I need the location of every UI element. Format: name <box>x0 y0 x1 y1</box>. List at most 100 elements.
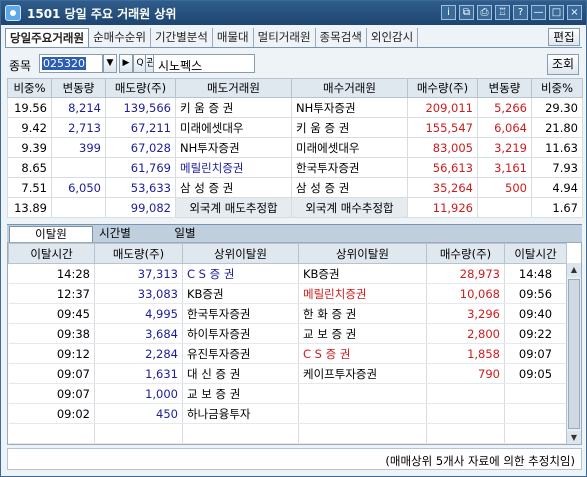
buy-broker[interactable]: NH투자증권 <box>291 97 408 118</box>
buy-exit-broker[interactable] <box>298 383 427 404</box>
code-dropdown-button[interactable]: ▼ <box>103 54 117 73</box>
table-row[interactable]: 09:07 1,631 대 신 증 권 케이프투자증권 790 09:05 <box>8 363 567 384</box>
buy-exit-time <box>504 383 567 404</box>
tab-daily-major[interactable]: 당일주요거래원 <box>5 28 90 47</box>
stock-name-field[interactable]: 시노펙스 <box>153 54 255 73</box>
buy-exit-broker[interactable]: KB증권 <box>298 263 427 284</box>
minimize-icon[interactable]: — <box>531 5 546 20</box>
tab-volume-profile[interactable]: 매물대 <box>213 28 254 47</box>
table-row[interactable]: 14:28 37,313 C S 증 권 KB증권 28,973 14:48 <box>8 263 567 284</box>
vertical-scrollbar[interactable]: ▲ ▼ <box>566 263 581 444</box>
exit-table-panel: 이탈시간 매도량(주) 상위이탈원 상위이탈원 매수량(주) 이탈시간 14:2… <box>7 242 582 445</box>
table-row[interactable]: 9.39 399 67,028 NH투자증권 미래에셋대우 83,005 3,2… <box>7 137 583 158</box>
sell-exit-broker[interactable] <box>182 423 299 444</box>
foreign-buy-label: 외국계 매수추정합 <box>291 197 408 218</box>
buy-broker[interactable]: 키 움 증 권 <box>291 117 408 138</box>
table-row[interactable]: 09:02 450 하나금융투자 <box>8 403 567 424</box>
sell-exit-broker[interactable]: 교 보 증 권 <box>182 383 299 404</box>
buy-broker[interactable]: 미래에셋대우 <box>291 137 408 158</box>
sell-broker[interactable]: 키 움 증 권 <box>175 97 292 118</box>
scroll-down-icon[interactable]: ▼ <box>567 431 581 444</box>
table-row[interactable]: 09:07 1,000 교 보 증 권 <box>8 383 567 404</box>
tab-foreign-watch[interactable]: 외인감시 <box>367 28 419 47</box>
sell-exit-time: 09:07 <box>8 383 95 404</box>
table-row[interactable]: 09:38 3,684 하이투자증권 교 보 증 권 2,800 09:22 <box>8 323 567 344</box>
help-icon[interactable]: ? <box>513 5 528 20</box>
col-sell-broker[interactable]: 매도거래원 <box>175 78 292 98</box>
exit-buy-volume: 2,800 <box>426 323 505 344</box>
tab-exit-broker[interactable]: 이탈원 <box>9 226 93 242</box>
tab-stock-search[interactable]: 종목검색 <box>316 28 367 47</box>
maximize-icon[interactable]: □ <box>549 5 564 20</box>
buy-weight: 4.94 <box>531 177 583 198</box>
col-sell-weight[interactable]: 비중% <box>7 78 52 98</box>
buy-exit-broker[interactable]: C S 증 권 <box>298 343 427 364</box>
buy-exit-broker[interactable]: 한 화 증 권 <box>298 303 427 324</box>
col-sell-exit-broker[interactable]: 상위이탈원 <box>182 243 299 264</box>
col-buy-weight[interactable]: 비중% <box>531 78 583 98</box>
col-buy-change[interactable]: 변동량 <box>477 78 532 98</box>
print-icon[interactable]: ⎙ <box>477 5 492 20</box>
sell-volume: 61,769 <box>105 157 176 178</box>
col-buy-exit-time[interactable]: 이탈시간 <box>504 243 567 264</box>
close-icon[interactable]: × <box>567 5 582 20</box>
buy-exit-time: 09:40 <box>504 303 567 324</box>
table-row[interactable]: 9.42 2,713 67,211 미래에셋대우 키 움 증 권 155,547… <box>7 117 583 138</box>
sell-exit-broker[interactable]: 대 신 증 권 <box>182 363 299 384</box>
col-buy-exit-broker[interactable]: 상위이탈원 <box>298 243 427 264</box>
table-row[interactable]: 8.65 61,769 메릴린치증권 한국투자증권 56,613 3,161 7… <box>7 157 583 178</box>
col-sell-volume[interactable]: 매도량(주) <box>105 78 176 98</box>
col-buy-broker[interactable]: 매수거래원 <box>291 78 408 98</box>
tab-multi-broker[interactable]: 멀티거래원 <box>254 28 316 47</box>
sell-exit-broker[interactable]: 유진투자증권 <box>182 343 299 364</box>
col-exit-buy-volume[interactable]: 매수량(주) <box>426 243 505 264</box>
tab-divider <box>5 47 582 48</box>
table-row[interactable]: 12:37 33,083 KB증권 메릴린치증권 10,068 09:56 <box>8 283 567 304</box>
buy-weight: 11.63 <box>531 137 583 158</box>
tab-net-buy-rank[interactable]: 순매수순위 <box>89 28 151 47</box>
edit-button[interactable]: 편집 <box>548 28 580 46</box>
info-icon[interactable]: i <box>441 5 456 20</box>
bottom-tabs: 이탈원 시간별 일별 <box>7 224 582 242</box>
col-buy-volume[interactable]: 매수량(주) <box>407 78 478 98</box>
col-sell-exit-time[interactable]: 이탈시간 <box>8 243 95 264</box>
table-row[interactable]: 7.51 6,050 53,633 삼 성 증 권 삼 성 증 권 35,264… <box>7 177 583 198</box>
table-row[interactable]: 19.56 8,214 139,566 키 움 증 권 NH투자증권 209,0… <box>7 97 583 118</box>
sell-exit-broker[interactable]: C S 증 권 <box>182 263 299 284</box>
sell-exit-broker[interactable]: 한국투자증권 <box>182 303 299 324</box>
exit-buy-volume: 28,973 <box>426 263 505 284</box>
buy-weight: 29.30 <box>531 97 583 118</box>
sell-exit-broker[interactable]: 하이투자증권 <box>182 323 299 344</box>
buy-change: 6,064 <box>477 117 532 138</box>
next-stock-button[interactable]: ▶ <box>119 54 133 73</box>
tab-by-time[interactable]: 시간별 <box>93 226 137 242</box>
buy-exit-time: 14:48 <box>504 263 567 284</box>
buy-exit-broker[interactable] <box>298 423 427 444</box>
buy-broker[interactable]: 한국투자증권 <box>291 157 408 178</box>
buy-broker[interactable]: 삼 성 증 권 <box>291 177 408 198</box>
sell-broker[interactable]: 미래에셋대우 <box>175 117 292 138</box>
table-row[interactable]: 09:12 2,284 유진투자증권 C S 증 권 1,858 09:07 <box>8 343 567 364</box>
buy-exit-broker[interactable]: 케이프투자증권 <box>298 363 427 384</box>
tab-period-analysis[interactable]: 기간별분석 <box>151 28 213 47</box>
buy-exit-broker[interactable] <box>298 403 427 424</box>
buy-exit-broker[interactable]: 메릴린치증권 <box>298 283 427 304</box>
pin-icon[interactable]: ♖ <box>495 5 510 20</box>
stock-code-input[interactable]: 025320 <box>39 54 103 73</box>
tab-by-day[interactable]: 일별 <box>163 226 207 242</box>
sell-volume: 67,211 <box>105 117 176 138</box>
table-row[interactable] <box>8 423 567 444</box>
col-exit-sell-volume[interactable]: 매도량(주) <box>94 243 183 264</box>
scroll-thumb[interactable] <box>568 279 580 429</box>
sell-broker[interactable]: 메릴린치증권 <box>175 157 292 178</box>
scroll-up-icon[interactable]: ▲ <box>567 263 581 277</box>
link-icon[interactable]: ⧉ <box>459 5 474 20</box>
sell-broker[interactable]: 삼 성 증 권 <box>175 177 292 198</box>
col-sell-change[interactable]: 변동량 <box>51 78 106 98</box>
query-button[interactable]: 조회 <box>547 54 579 75</box>
sell-exit-broker[interactable]: 하나금융투자 <box>182 403 299 424</box>
table-row[interactable]: 09:45 4,995 한국투자증권 한 화 증 권 3,296 09:40 <box>8 303 567 324</box>
sell-broker[interactable]: NH투자증권 <box>175 137 292 158</box>
buy-exit-broker[interactable]: 교 보 증 권 <box>298 323 427 344</box>
sell-exit-broker[interactable]: KB증권 <box>182 283 299 304</box>
